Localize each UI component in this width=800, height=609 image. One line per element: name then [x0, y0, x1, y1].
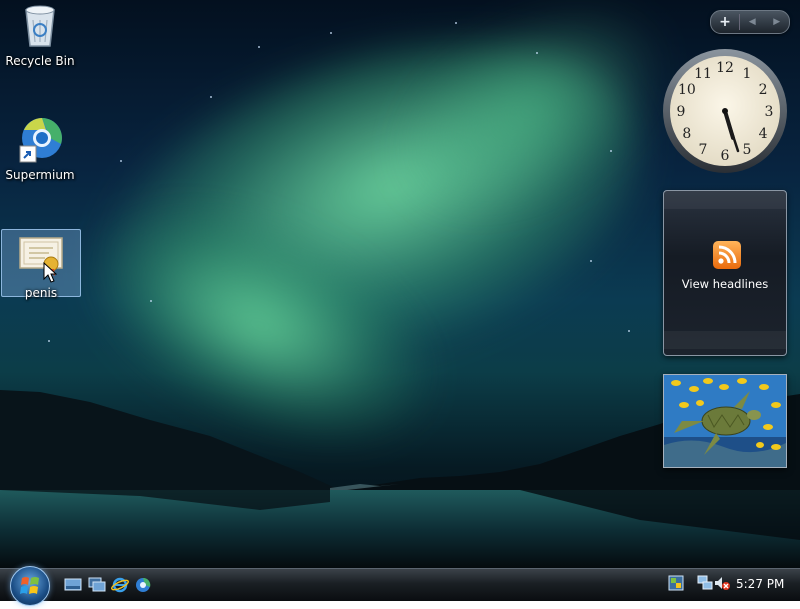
star: [590, 260, 592, 262]
star: [455, 22, 457, 24]
clock-numeral: 6: [721, 148, 730, 164]
add-gadget-button[interactable]: +: [711, 14, 740, 30]
supermium-icon: [136, 577, 151, 592]
recycle-bin-icon: [16, 2, 64, 50]
star: [120, 160, 122, 162]
sidebar-gadget-controls: + ◀ ▶: [710, 10, 790, 34]
network-icon: [697, 575, 713, 590]
desktop-icon-label: Recycle Bin: [5, 54, 75, 68]
show-desktop-icon: [64, 578, 82, 591]
volume-button[interactable]: [714, 574, 730, 594]
clock-numeral: 12: [716, 60, 734, 76]
clock-numeral: 10: [678, 82, 696, 98]
clock-gadget[interactable]: 12 12 3 45678 9 1011: [662, 48, 788, 174]
clock-numeral: 5: [743, 142, 752, 158]
desktop-icon-penis-file[interactable]: penis: [1, 229, 81, 300]
star: [210, 96, 212, 98]
certificate-file-icon: [17, 234, 65, 282]
desktop-icon-label: penis: [24, 286, 58, 300]
clock-numeral: 4: [759, 126, 768, 142]
windows-sidebar-icon: [668, 575, 684, 591]
star: [48, 340, 50, 342]
slideshow-gadget[interactable]: [663, 374, 787, 468]
switch-windows-icon: [88, 577, 106, 592]
switch-windows-button[interactable]: [88, 577, 106, 593]
clock-numeral: 8: [682, 126, 691, 142]
internet-explorer-icon: [111, 577, 129, 593]
clock-numeral: 7: [699, 142, 708, 158]
sea-turtle-photo: [664, 375, 786, 467]
star: [628, 330, 630, 332]
feed-headlines-gadget[interactable]: View headlines: [663, 190, 787, 356]
star: [150, 300, 152, 302]
previous-page-button[interactable]: ◀: [740, 17, 765, 27]
mouse-pointer-icon: [43, 262, 57, 283]
star: [330, 32, 332, 34]
clock-center-pin: [722, 108, 728, 114]
star: [610, 150, 612, 152]
volume-muted-icon: [715, 577, 730, 590]
next-page-button[interactable]: ▶: [765, 17, 790, 27]
view-headlines-link[interactable]: View headlines: [664, 277, 786, 291]
supermium-browser-icon: [16, 116, 64, 164]
star: [536, 52, 538, 54]
clock-numeral: 2: [759, 82, 768, 98]
windows-orb-icon: [20, 577, 39, 594]
network-status-button[interactable]: [697, 574, 713, 594]
clock-numeral: 1: [743, 66, 752, 82]
clock-numeral: 3: [765, 104, 774, 120]
desktop-icon-supermium[interactable]: Supermium: [1, 116, 79, 186]
clock-numeral: 9: [677, 104, 686, 120]
rss-icon: [713, 241, 741, 269]
desktop-icon-recycle-bin[interactable]: Recycle Bin: [1, 2, 79, 72]
show-desktop-button[interactable]: [64, 577, 82, 593]
clock-numeral: 11: [694, 66, 712, 82]
internet-explorer-button[interactable]: [111, 577, 129, 593]
taskbar-clock[interactable]: 5:27 PM: [736, 577, 784, 591]
supermium-quick-launch-button[interactable]: [134, 577, 152, 593]
sidebar-tray-button[interactable]: [668, 574, 684, 594]
desktop-icon-label: Supermium: [5, 168, 75, 182]
start-button[interactable]: [10, 566, 50, 606]
star: [258, 46, 260, 48]
